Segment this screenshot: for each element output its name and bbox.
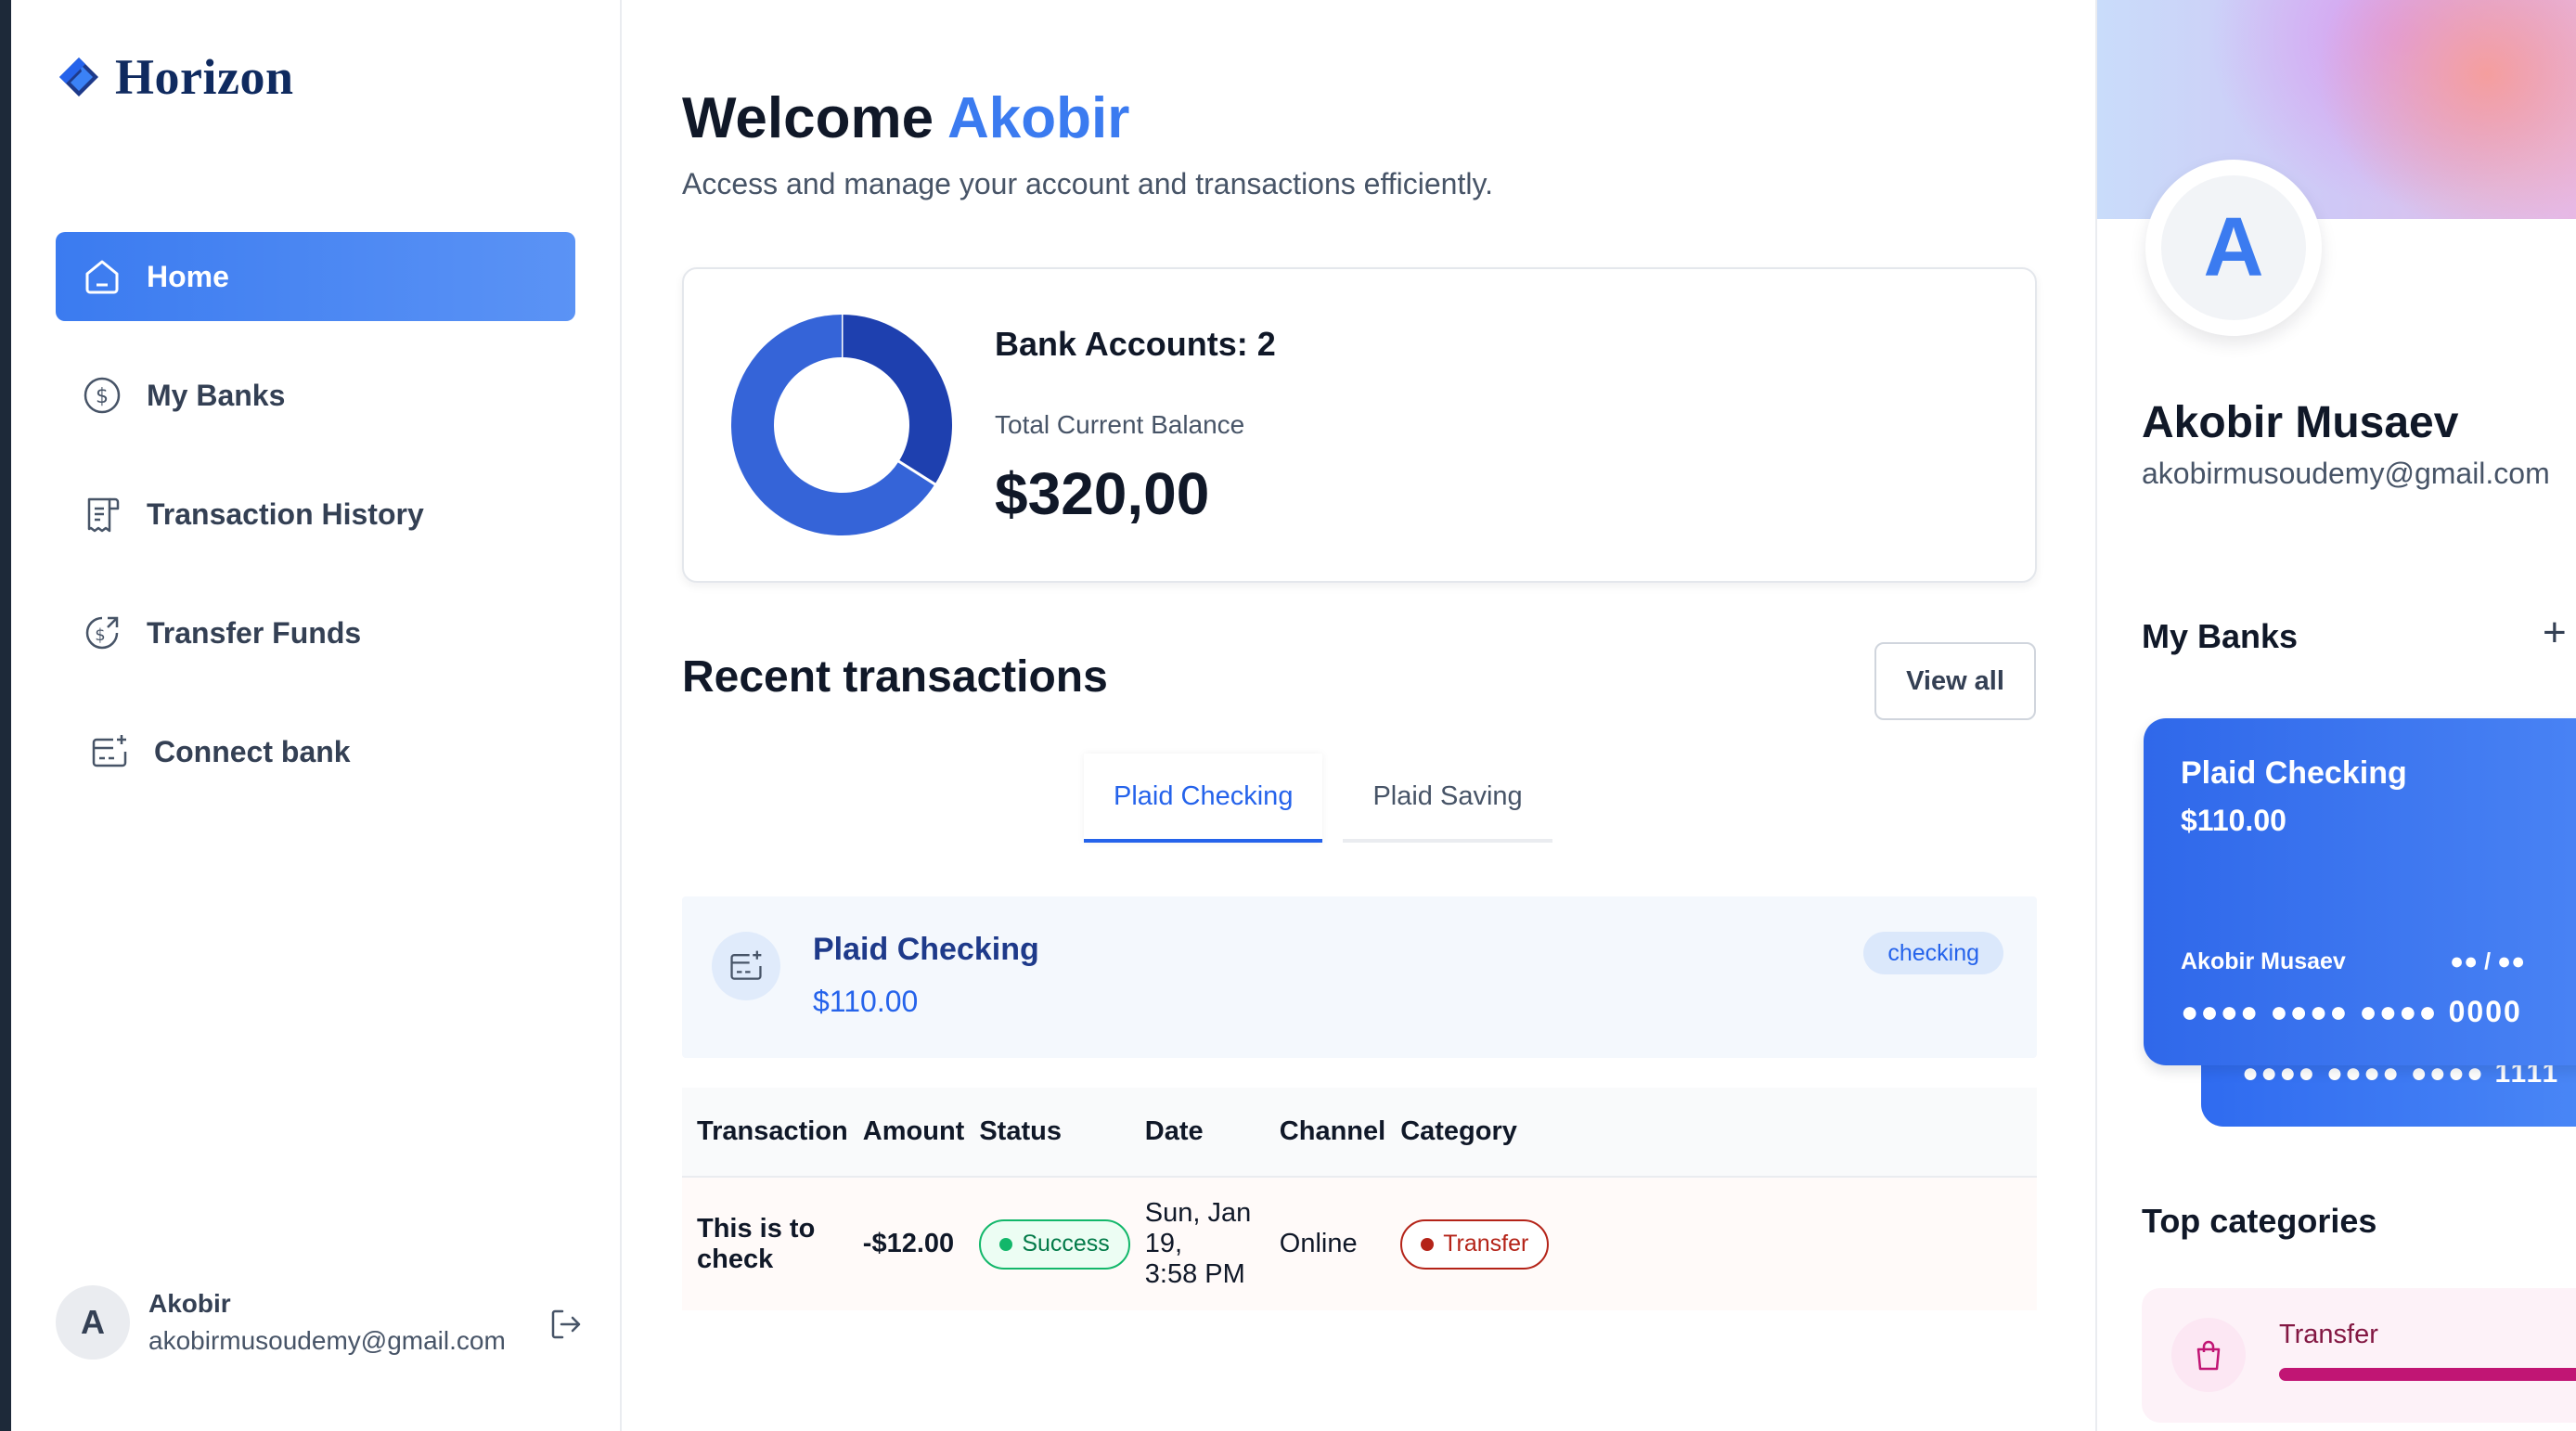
sidebar-item-my-banks[interactable]: $ My Banks bbox=[56, 351, 575, 440]
logo[interactable]: Horizon bbox=[56, 48, 293, 106]
avatar: A bbox=[56, 1285, 130, 1360]
profile-email: akobirmusoudemy@gmail.com bbox=[2142, 457, 2550, 490]
account-name: Plaid Checking bbox=[813, 932, 1039, 967]
user-name: Akobir bbox=[148, 1289, 231, 1318]
status-badge: Success bbox=[979, 1218, 1130, 1270]
date-cell: Sun, Jan 19, 3:58 PM bbox=[1129, 1177, 1265, 1310]
transaction-amount: -$12.00 bbox=[847, 1177, 965, 1310]
selected-account-panel: Plaid Checking $110.00 checking bbox=[682, 896, 2037, 1058]
bank-accounts-count: Bank Accounts: 2 bbox=[995, 325, 1276, 363]
sidebar-item-home[interactable]: Home bbox=[56, 232, 575, 321]
sidebar-nav: Home $ My Banks Transaction History $ Tr… bbox=[56, 232, 575, 826]
account-type-badge: checking bbox=[1863, 932, 2003, 974]
sidebar-user: A Akobir akobirmusoudemy@gmail.com bbox=[56, 1285, 585, 1360]
sidebar: Horizon Home $ My Banks Transaction Hist… bbox=[11, 0, 622, 1431]
recent-transactions-title: Recent transactions bbox=[682, 652, 1108, 702]
total-balance-label: Total Current Balance bbox=[995, 410, 1245, 439]
page-subtitle: Access and manage your account and trans… bbox=[682, 167, 1493, 200]
profile-avatar: A bbox=[2145, 160, 2322, 336]
sidebar-item-connect-bank[interactable]: Connect bank bbox=[56, 707, 575, 796]
sidebar-item-label: Transfer Funds bbox=[147, 615, 362, 650]
table-header-row: Transaction Amount Status Date Channel C… bbox=[682, 1088, 2037, 1178]
user-first-name: Akobir bbox=[947, 86, 1130, 150]
primary-bank-card[interactable]: Plaid Checking $110.00 Akobir Musaev ●● … bbox=[2144, 718, 2576, 1065]
total-balance-value: $320,00 bbox=[995, 460, 1210, 527]
card-holder-name: Akobir Musaev bbox=[2181, 948, 2346, 974]
transaction-time: 3:58 PM bbox=[1144, 1259, 1245, 1289]
transactions-table: Transaction Amount Status Date Channel C… bbox=[682, 1088, 2037, 1310]
balance-donut-chart bbox=[731, 314, 952, 535]
tab-plaid-saving[interactable]: Plaid Saving bbox=[1343, 754, 1552, 843]
page-title: Welcome Akobir bbox=[682, 85, 1129, 151]
card-expiry: ●● / ●● bbox=[2450, 948, 2526, 974]
column-header: Status bbox=[964, 1088, 1130, 1178]
card-bank-name: Plaid Checking bbox=[2181, 755, 2407, 791]
home-icon bbox=[82, 256, 122, 297]
shopping-bag-icon bbox=[2171, 1318, 2246, 1392]
transaction-name: This is to check bbox=[682, 1177, 848, 1310]
column-header: Amount bbox=[847, 1088, 965, 1178]
total-balance-card: Bank Accounts: 2 Total Current Balance $… bbox=[682, 267, 2037, 583]
column-header: Date bbox=[1129, 1088, 1265, 1178]
sidebar-item-transfer-funds[interactable]: $ Transfer Funds bbox=[56, 588, 575, 677]
category-cell: Transfer bbox=[1385, 1177, 2037, 1310]
sidebar-item-label: Connect bank bbox=[154, 734, 351, 768]
category-label: Transfer bbox=[2279, 1320, 2378, 1349]
category-badge: Transfer bbox=[1400, 1218, 1550, 1270]
my-banks-title: My Banks bbox=[2142, 617, 2299, 655]
table-row[interactable]: This is to check -$12.00 Success Sun, Ja… bbox=[682, 1177, 2037, 1310]
app-name: Horizon bbox=[115, 49, 294, 105]
money-send-icon: $ bbox=[82, 612, 122, 653]
transaction-channel: Online bbox=[1264, 1177, 1386, 1310]
svg-text:$: $ bbox=[96, 385, 109, 408]
main-content: Welcome Akobir Access and manage your ac… bbox=[622, 0, 2095, 1431]
card-add-icon bbox=[712, 932, 780, 1000]
svg-text:$: $ bbox=[95, 625, 105, 645]
status-dot-icon bbox=[999, 1237, 1013, 1251]
transaction-date: Sun, Jan 19, bbox=[1144, 1198, 1252, 1258]
add-bank-button[interactable]: + bbox=[2543, 612, 2567, 653]
sidebar-item-label: My Banks bbox=[147, 378, 286, 412]
column-header: Category bbox=[1385, 1088, 2037, 1178]
account-balance: $110.00 bbox=[813, 985, 919, 1018]
user-info: Akobir akobirmusoudemy@gmail.com bbox=[148, 1289, 506, 1356]
sidebar-item-transaction-history[interactable]: Transaction History bbox=[56, 470, 575, 559]
category-item: Transfer bbox=[2142, 1288, 2576, 1423]
welcome-text: Welcome bbox=[682, 86, 934, 150]
sidebar-item-label: Transaction History bbox=[147, 496, 424, 531]
profile-name: Akobir Musaev bbox=[2142, 398, 2459, 447]
user-email: akobirmusoudemy@gmail.com bbox=[148, 1326, 506, 1355]
status-cell: Success bbox=[964, 1177, 1130, 1310]
card-balance: $110.00 bbox=[2181, 804, 2286, 837]
category-dot-icon bbox=[1421, 1237, 1435, 1251]
card-number: ●●●● ●●●● ●●●● 0000 bbox=[2181, 995, 2522, 1028]
receipt-icon bbox=[82, 494, 122, 535]
status-text: Success bbox=[1022, 1231, 1110, 1257]
column-header: Channel bbox=[1264, 1088, 1386, 1178]
donut-segment bbox=[841, 315, 952, 484]
profile-avatar-initial: A bbox=[2161, 175, 2306, 320]
right-sidebar: A Akobir Musaev akobirmusoudemy@gmail.co… bbox=[2095, 0, 2576, 1431]
category-progress-bar bbox=[2279, 1368, 2576, 1381]
horizon-logo-icon bbox=[59, 58, 98, 97]
card-add-icon bbox=[89, 731, 130, 772]
account-tabs: Plaid Checking Plaid Saving bbox=[1084, 754, 1552, 843]
logout-icon[interactable] bbox=[547, 1306, 585, 1343]
dollar-circle-icon: $ bbox=[82, 375, 122, 416]
top-categories-title: Top categories bbox=[2142, 1202, 2377, 1240]
category-text: Transfer bbox=[1443, 1231, 1529, 1257]
column-header: Transaction bbox=[682, 1088, 848, 1178]
tab-plaid-checking[interactable]: Plaid Checking bbox=[1084, 754, 1323, 843]
view-all-button[interactable]: View all bbox=[1874, 642, 2036, 720]
sidebar-item-label: Home bbox=[147, 259, 229, 293]
window-edge bbox=[0, 0, 11, 1431]
